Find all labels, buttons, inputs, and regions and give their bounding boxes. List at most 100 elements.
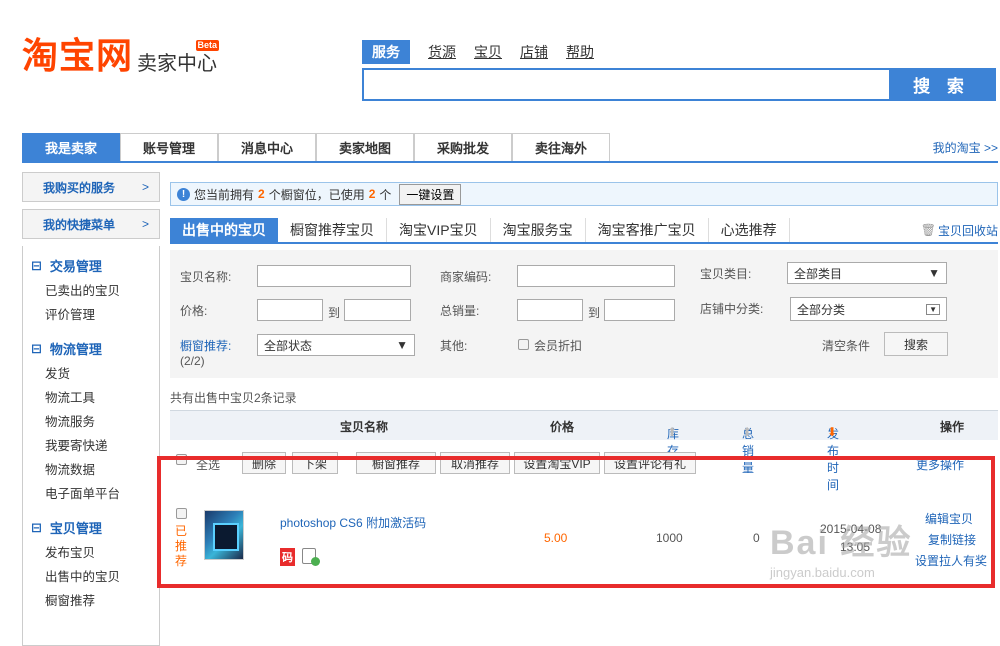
sidebar-box-label: 我购买的服务 — [43, 180, 116, 195]
dropdown-arrow-icon: ▼ — [926, 303, 940, 315]
search-tabs: 服务 货源 宝贝 店铺 帮助 — [362, 40, 594, 64]
one-click-setup-button[interactable]: 一键设置 — [399, 183, 462, 205]
window-status-value: 全部状态 — [264, 338, 313, 353]
taobao-logo[interactable]: 淘宝网 卖家中心 Beta — [22, 34, 220, 77]
my-taobao-link[interactable]: 我的淘宝 >> — [933, 133, 998, 161]
sidebar-item-window[interactable]: 橱窗推荐 — [23, 589, 159, 613]
header-price: 价格 — [550, 420, 575, 434]
search-button[interactable]: 搜 索 — [889, 70, 994, 99]
header-ops: 操作 — [940, 420, 965, 434]
sidebar-item-sold[interactable]: 已卖出的宝贝 — [23, 279, 159, 303]
sales-to-label: 到 — [588, 306, 601, 320]
notice-text-pre: 您当前拥有 — [194, 187, 255, 202]
nav-tab-account[interactable]: 账号管理 — [120, 133, 218, 161]
nav-tab-seller[interactable]: 我是卖家 — [22, 133, 120, 161]
merchant-code-input[interactable] — [517, 265, 675, 287]
logo-subtitle: 卖家中心 Beta — [137, 40, 220, 76]
item-name-input[interactable] — [257, 265, 411, 287]
nav-tab-messages[interactable]: 消息中心 — [218, 133, 316, 161]
dropdown-arrow-icon: ▼ — [396, 338, 408, 352]
header-name: 宝贝名称 — [340, 420, 389, 434]
sidebar-group-trade[interactable]: ⊟ 交易管理 — [23, 252, 159, 279]
clear-conditions-link[interactable]: 清空条件 — [822, 337, 870, 354]
tab-vip[interactable]: 淘宝VIP宝贝 — [387, 218, 491, 242]
price-to-label: 到 — [328, 306, 341, 320]
sidebar-item-logistics-services[interactable]: 物流服务 — [23, 410, 159, 434]
tab-window-recommend[interactable]: 橱窗推荐宝贝 — [278, 218, 387, 242]
nav-tab-overseas[interactable]: 卖往海外 — [512, 133, 610, 161]
sidebar-item-publish[interactable]: 发布宝贝 — [23, 541, 159, 565]
collapse-icon[interactable]: ⊟ — [31, 520, 42, 536]
notice-text-mid: 个橱窗位，已使用 — [268, 187, 365, 202]
sidebar-quick-menu[interactable]: 我的快捷菜单 > — [22, 209, 160, 239]
baidu-watermark-url: jingyan.baidu.com — [770, 565, 875, 580]
sidebar-item-send-express[interactable]: 我要寄快递 — [23, 434, 159, 458]
tab-taobaoke[interactable]: 淘宝客推广宝贝 — [586, 218, 709, 242]
window-notice: ! 您当前拥有 2 个橱窗位，已使用 2 个 一键设置 — [170, 182, 998, 206]
nav-tab-seller-map[interactable]: 卖家地图 — [316, 133, 414, 161]
table-header: 宝贝名称 价格 库存 ⬆ 总销量 ⬆ 发布时间 ⬇ 操作 — [170, 410, 998, 492]
collapse-icon[interactable]: ⊟ — [31, 258, 42, 274]
shop-category-label: 店铺中分类: — [700, 302, 764, 316]
group-title: 宝贝管理 — [49, 521, 102, 536]
sidebar-group-items[interactable]: ⊟ 宝贝管理 — [23, 514, 159, 541]
chevron-right-icon: > — [141, 217, 149, 231]
nav-tab-wholesale[interactable]: 采购批发 — [414, 133, 512, 161]
sort-up-icon: ⬆ — [742, 425, 753, 439]
sidebar-purchased-services[interactable]: 我购买的服务 > — [22, 172, 160, 202]
category-value: 全部类目 — [794, 266, 843, 281]
window-count: (2/2) — [180, 354, 205, 368]
collapse-icon[interactable]: ⊟ — [31, 341, 42, 357]
search-tab-source[interactable]: 货源 — [428, 42, 456, 62]
price-min-input[interactable] — [257, 299, 323, 321]
sidebar-item-reviews[interactable]: 评价管理 — [23, 303, 159, 327]
group-title: 交易管理 — [49, 259, 102, 274]
sidebar-item-e-waybill[interactable]: 电子面单平台 — [23, 482, 159, 506]
recycle-bin-link[interactable]: 🗑 宝贝回收站 — [921, 218, 998, 242]
search-bar: 搜 索 — [362, 68, 996, 101]
price-label: 价格: — [180, 304, 208, 318]
logo-text: 淘宝网 — [22, 36, 134, 77]
price-max-input[interactable] — [344, 299, 411, 321]
sales-max-input[interactable] — [604, 299, 675, 321]
tab-xinxuan[interactable]: 心选推荐 — [709, 218, 790, 242]
item-name-label: 宝贝名称: — [180, 270, 232, 284]
window-status-select[interactable]: 全部状态 ▼ — [257, 334, 415, 356]
category-label: 宝贝类目: — [700, 267, 752, 281]
search-input[interactable] — [364, 70, 889, 99]
search-tab-item[interactable]: 宝贝 — [474, 42, 502, 62]
tab-on-sale[interactable]: 出售中的宝贝 — [170, 218, 278, 242]
sidebar-item-logistics-tools[interactable]: 物流工具 — [23, 386, 159, 410]
sidebar-menu: ⊟ 交易管理 已卖出的宝贝 评价管理 ⊟ 物流管理 发货 物流工具 物流服务 我要寄… — [22, 246, 160, 646]
recycle-label: 宝贝回收站 — [937, 223, 998, 238]
filter-search-button[interactable]: 搜索 — [884, 332, 948, 356]
member-discount-label: 会员折扣 — [534, 339, 583, 353]
record-count: 共有出售中宝贝2条记录 — [170, 391, 297, 405]
sort-down-icon: ⬇ — [827, 425, 838, 439]
search-tab-help[interactable]: 帮助 — [566, 42, 594, 62]
search-tab-shop[interactable]: 店铺 — [520, 42, 548, 62]
sales-min-input[interactable] — [517, 299, 583, 321]
baidu-watermark: Bai 经验 — [770, 524, 913, 562]
sidebar-group-logistics[interactable]: ⊟ 物流管理 — [23, 335, 159, 362]
other-label: 其他: — [440, 339, 468, 353]
shop-category-select[interactable]: 全部分类 ▼ — [790, 297, 947, 321]
window-total: 2 — [258, 187, 265, 201]
window-recommend-label: 橱窗推荐: — [180, 339, 232, 353]
merchant-code-label: 商家编码: — [440, 270, 492, 284]
dropdown-arrow-icon: ▼ — [928, 266, 940, 280]
sidebar-item-on-sale[interactable]: 出售中的宝贝 — [23, 565, 159, 589]
window-used: 2 — [368, 187, 376, 201]
sidebar-item-logistics-data[interactable]: 物流数据 — [23, 458, 159, 482]
search-tab-service[interactable]: 服务 — [362, 40, 410, 64]
chevron-right-icon: > — [141, 180, 149, 194]
filter-panel: 宝贝名称: 商家编码: 宝贝类目: 全部类目 ▼ 价格: 到 总销量: 到 店铺中… — [170, 250, 998, 378]
member-discount-checkbox[interactable] — [518, 339, 529, 350]
beta-badge: Beta — [195, 40, 220, 51]
trash-icon: 🗑 — [920, 223, 936, 237]
category-select[interactable]: 全部类目 ▼ — [787, 262, 947, 284]
sidebar-item-ship[interactable]: 发货 — [23, 362, 159, 386]
tab-service[interactable]: 淘宝服务宝 — [491, 218, 586, 242]
shop-category-value: 全部分类 — [797, 302, 846, 317]
sidebar-box-label: 我的快捷菜单 — [43, 217, 116, 232]
